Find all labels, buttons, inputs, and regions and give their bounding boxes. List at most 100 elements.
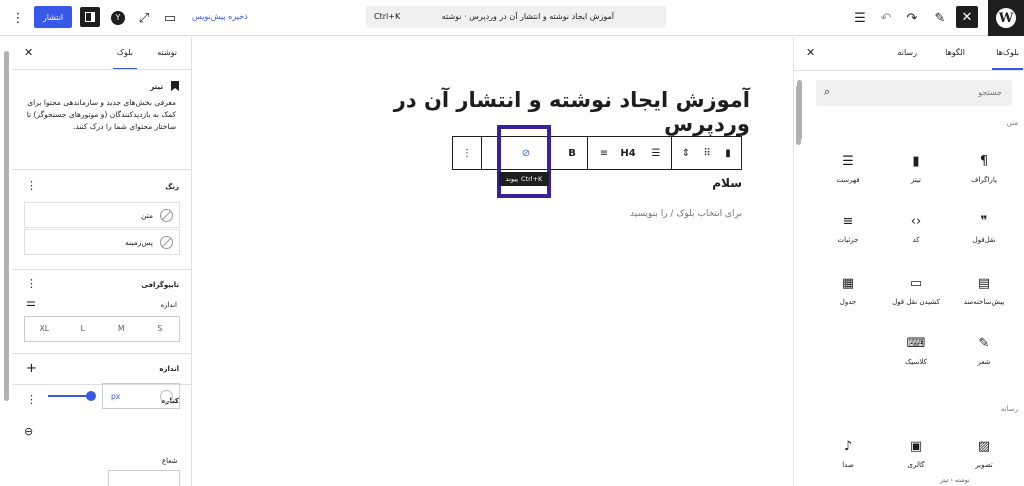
plugin-logo-icon: Y — [111, 11, 125, 25]
post-title[interactable]: آموزش ایجاد نوشته و انتشار آن در وردپرس — [360, 88, 750, 136]
radius-slider-thumb[interactable] — [86, 391, 96, 401]
heading-bookmark-icon: ▮ — [725, 147, 731, 159]
command-palette-bar[interactable]: آموزش ایجاد نوشته و انتشار آن در وردپرس … — [366, 6, 666, 28]
close-inserter-button[interactable]: ✕ — [806, 46, 815, 59]
block-search-input[interactable]: جستجو ⌕ — [816, 80, 1012, 106]
block-item-code[interactable]: ‹› کد — [886, 212, 946, 244]
document-title: آموزش ایجاد نوشته و انتشار آن در وردپرس … — [441, 12, 614, 21]
breadcrumb[interactable]: نوشته ‹ تیتر — [940, 477, 970, 484]
size-option-s[interactable]: S — [141, 317, 180, 341]
radius-unit-input[interactable]: px — [102, 383, 180, 409]
list-view-icon: ☰ — [854, 10, 866, 26]
link-button-highlight — [497, 125, 551, 198]
block-settings-panel: نوشته بلوک ✕ تیتر معرفی بخش‌های جدید و س… — [0, 37, 192, 486]
divider — [12, 69, 192, 70]
move-up-down-button[interactable]: ⇕ — [675, 137, 697, 169]
wordpress-icon: W — [996, 8, 1016, 28]
paragraph-block[interactable]: سلام — [712, 176, 742, 190]
tab-block[interactable]: بلوک — [112, 48, 138, 70]
tooltip-shortcut: Ctrl+K — [521, 175, 543, 183]
link-icon: ⊖ — [24, 425, 34, 438]
unlink-radius-button[interactable]: ⊖ — [24, 425, 33, 438]
link-tooltip: پیوند Ctrl+K — [499, 172, 549, 186]
table-icon: ▦ — [841, 276, 855, 291]
radius-input[interactable] — [108, 470, 180, 486]
block-item-table[interactable]: ▦ جدول — [818, 274, 878, 306]
font-size-picker: XL L M S — [24, 316, 180, 342]
close-icon: ✕ — [806, 46, 816, 59]
more-vertical-icon: ⋮ — [462, 147, 472, 159]
custom-size-button[interactable]: ⚌ — [26, 296, 36, 309]
settings-sidebar-toggle[interactable] — [80, 7, 100, 27]
toolbar-separator — [587, 137, 588, 169]
align-button[interactable]: ☰ — [643, 137, 669, 169]
block-label: کشیدن نقل قول — [892, 298, 940, 306]
block-item-list[interactable]: ☰ فهرست — [818, 152, 878, 184]
paragraph-icon: ¶ — [979, 154, 989, 169]
color-text-option[interactable]: متن — [24, 202, 180, 228]
block-name: تیتر — [150, 83, 163, 91]
image-icon: ▨ — [977, 439, 991, 454]
more-vertical-icon: ⋮ — [26, 277, 37, 290]
preview-button[interactable]: ▭ — [160, 8, 180, 28]
color-background-option[interactable]: پس‌زمینه — [24, 229, 180, 255]
align-icon: ☰ — [651, 147, 661, 159]
block-item-classic[interactable]: ⌨ کلاسیک — [886, 334, 946, 366]
dimensions-section-title: اندازه — [159, 365, 179, 373]
close-icon: ✕ — [961, 9, 973, 25]
block-label: جدول — [839, 298, 857, 306]
canvas-scrollbar[interactable] — [797, 80, 802, 140]
tab-patterns[interactable]: الگوها — [945, 48, 965, 57]
fullscreen-button[interactable]: ⤢ — [134, 8, 154, 28]
seo-plugin-button[interactable]: Y — [108, 8, 128, 28]
redo-icon: ↶ — [880, 10, 892, 26]
size-option-xl[interactable]: XL — [25, 317, 64, 341]
no-color-icon — [160, 236, 173, 249]
bold-button[interactable]: B — [559, 137, 585, 169]
text-align-button[interactable]: ≡ — [591, 137, 617, 169]
block-label: جزئیات — [837, 236, 859, 244]
block-options-button[interactable]: ⋮ — [455, 137, 479, 169]
color-options-button[interactable]: ⋮ — [26, 179, 37, 192]
preformatted-icon: ▤ — [977, 276, 991, 291]
color-section-title: رنگ — [165, 183, 179, 191]
options-menu-button[interactable]: ⋮ — [8, 8, 28, 28]
block-label: پیش‌ساخته‌مند — [963, 298, 1005, 306]
size-option-l[interactable]: L — [64, 317, 103, 341]
add-dimensions-button[interactable]: + — [26, 361, 37, 376]
block-item-heading[interactable]: ▮ تیتر — [886, 152, 946, 184]
block-item-paragraph[interactable]: ¶ پاراگراف — [954, 152, 1014, 184]
block-item-details[interactable]: ≡ جزئیات — [818, 212, 878, 244]
expand-icon: ⤢ — [138, 10, 150, 26]
block-item-preformatted[interactable]: ▤ پیش‌ساخته‌مند — [954, 274, 1014, 306]
block-item-quote[interactable]: ❞ نقل‌قول — [954, 212, 1014, 244]
block-toolbar: ▮ ⠿ ⇕ ☰ H4 ≡ B ⊘ ⌄ ⋮ — [452, 136, 742, 170]
block-item-verse[interactable]: ✎ شعر — [954, 334, 1014, 366]
publish-button[interactable]: انتشار — [34, 6, 72, 28]
drag-handle[interactable]: ⠿ — [699, 137, 715, 169]
document-overview-button[interactable]: ☰ — [850, 8, 870, 28]
typography-options-button[interactable]: ⋮ — [26, 277, 37, 290]
block-label: فهرست — [836, 176, 860, 184]
block-type-button[interactable]: ▮ — [715, 137, 741, 169]
unit-label: px — [111, 392, 121, 401]
block-inserter-close-button[interactable]: ✕ — [956, 6, 978, 28]
close-settings-button[interactable]: ✕ — [24, 46, 33, 59]
tab-blocks[interactable]: بلوک‌ها — [992, 48, 1023, 70]
redo-button[interactable]: ↶ — [876, 8, 896, 28]
size-option-m[interactable]: M — [102, 317, 141, 341]
settings-scrollbar[interactable] — [4, 51, 9, 401]
border-options-button[interactable]: ⋮ — [26, 393, 37, 406]
radius-label: شعاع — [162, 457, 178, 465]
heading-level-button[interactable]: H4 — [615, 137, 641, 169]
wordpress-logo-button[interactable]: W — [988, 0, 1024, 36]
block-placeholder[interactable]: برای انتخاب بلوک / را بنویسید — [630, 209, 742, 219]
tab-media[interactable]: رسانه — [897, 48, 917, 57]
block-description: معرفی بخش‌های جدید و سازماندهی محتوا برا… — [26, 98, 176, 131]
tab-post[interactable]: نوشته — [157, 48, 177, 57]
block-item-pullquote[interactable]: ▭ کشیدن نقل قول — [886, 274, 946, 306]
list-icon: ☰ — [842, 154, 854, 169]
edit-tools-button[interactable]: ✎ — [930, 8, 950, 28]
undo-button[interactable]: ↷ — [902, 8, 922, 28]
save-draft-button[interactable]: ذخیره پیش‌نویس — [192, 12, 248, 21]
